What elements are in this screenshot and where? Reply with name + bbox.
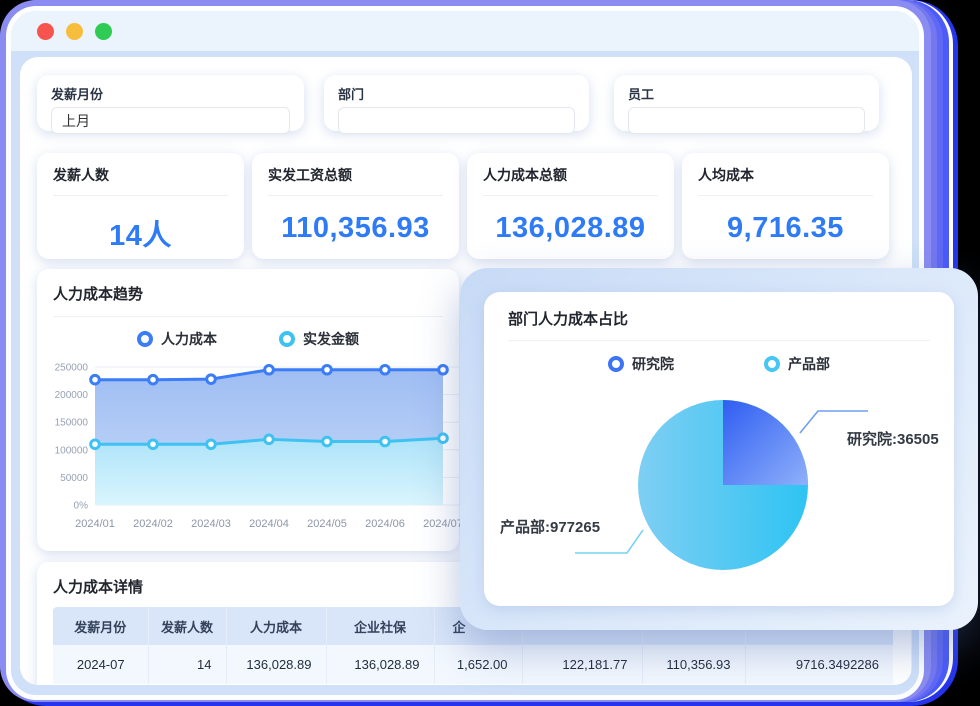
legend-item-labor-cost[interactable]: 人力成本 (137, 329, 217, 349)
filter-department: 部门 (324, 75, 589, 131)
employee-input[interactable] (628, 107, 865, 134)
legend-label: 人力成本 (161, 329, 217, 349)
cell-social-security: 136,028.89 (326, 645, 434, 685)
employee-label: 员工 (628, 84, 865, 103)
legend-label: 研究院 (632, 354, 674, 374)
legend-label: 实发金额 (303, 329, 359, 349)
svg-text:2024/01: 2024/01 (75, 518, 115, 530)
divider (508, 340, 930, 341)
legend-item-research-institute[interactable]: 研究院 (608, 354, 674, 374)
pie-overlay-card: 部门人力成本占比 研究院 产品部 (460, 268, 978, 630)
kpi-headcount-value: 14人 (53, 212, 228, 254)
col-pay-month[interactable]: 发薪月份 (53, 607, 148, 645)
col-headcount[interactable]: 发薪人数 (148, 607, 226, 645)
kpi-headcount-title: 发薪人数 (53, 165, 228, 185)
svg-text:100000: 100000 (55, 445, 89, 456)
svg-text:2024/06: 2024/06 (365, 518, 405, 530)
divider (268, 195, 443, 196)
filter-pay-month: 发薪月份 (37, 75, 304, 131)
kpi-net-pay-title: 实发工资总额 (268, 165, 443, 185)
trend-chart-card: 人力成本趋势 人力成本 实发金额 (37, 269, 459, 551)
cell-value-8: 9716.3492286 (745, 645, 893, 685)
trend-line-chart: 250000 200000 150000 100000 50000 0% 2024/01 20… (53, 355, 473, 535)
legend-swatch-icon (764, 356, 780, 372)
pie-legend: 研究院 产品部 (484, 354, 954, 374)
divider (483, 195, 658, 196)
divider (53, 316, 443, 317)
table-row[interactable]: 2024-07 14 136,028.89 136,028.89 1,652.0… (53, 645, 893, 685)
col-company-social-security[interactable]: 企业社保 (326, 607, 434, 645)
svg-text:200000: 200000 (55, 390, 89, 401)
kpi-net-pay-value: 110,356.93 (268, 212, 443, 245)
kpi-labor-cost-value: 136,028.89 (483, 212, 658, 245)
pay-month-input[interactable] (51, 107, 290, 134)
legend-item-net-pay[interactable]: 实发金额 (279, 329, 359, 349)
kpi-labor-cost-title: 人力成本总额 (483, 165, 658, 185)
legend-swatch-icon (137, 331, 153, 347)
divider (698, 195, 873, 196)
kpi-per-capita-title: 人均成本 (698, 165, 873, 185)
pie-label-connector (800, 411, 868, 433)
pie-label-research-institute: 研究院:36505 (847, 430, 939, 448)
legend-item-product-dept[interactable]: 产品部 (764, 354, 830, 374)
cell-value-6: 122,181.77 (522, 645, 642, 685)
pay-month-label: 发薪月份 (51, 84, 290, 103)
zoom-window-button[interactable] (95, 23, 112, 40)
filter-employee: 员工 (614, 75, 879, 131)
cell-headcount: 14 (148, 645, 226, 685)
cell-pay-month: 2024-07 (53, 645, 148, 685)
cell-value-5: 1,652.00 (434, 645, 522, 685)
screenshot-stage: 发薪月份 部门 员工 发薪人数 14人 实发工资 (0, 0, 980, 706)
trend-chart-title: 人力成本趋势 (53, 283, 443, 304)
pie-chart-title: 部门人力成本占比 (508, 308, 628, 329)
department-label: 部门 (338, 84, 575, 103)
close-window-button[interactable] (37, 23, 54, 40)
department-input[interactable] (338, 107, 575, 134)
kpi-labor-cost-total: 人力成本总额 136,028.89 (467, 153, 674, 259)
trend-chart-legend: 人力成本 实发金额 (53, 329, 443, 349)
kpi-cost-per-capita: 人均成本 9,716.35 (682, 153, 889, 259)
legend-label: 产品部 (788, 354, 830, 374)
col-labor-cost[interactable]: 人力成本 (226, 607, 326, 645)
svg-text:2024/05: 2024/05 (307, 518, 347, 530)
kpi-headcount: 发薪人数 14人 (37, 153, 244, 259)
svg-text:2024/04: 2024/04 (249, 518, 289, 530)
cell-labor-cost: 136,028.89 (226, 645, 326, 685)
minimize-window-button[interactable] (66, 23, 83, 40)
pie-label-product-dept: 产品部:977265 (500, 518, 600, 536)
kpi-net-pay-total: 实发工资总额 110,356.93 (252, 153, 459, 259)
svg-text:150000: 150000 (55, 418, 89, 429)
pie-chart: 研究院:36505 产品部:977265 (484, 378, 954, 606)
svg-text:0%: 0% (74, 501, 89, 512)
pie-card: 部门人力成本占比 研究院 产品部 (484, 292, 954, 606)
svg-text:2024/02: 2024/02 (133, 518, 173, 530)
svg-text:2024/03: 2024/03 (191, 518, 231, 530)
svg-text:250000: 250000 (55, 363, 89, 374)
cell-value-7: 110,356.93 (642, 645, 745, 685)
window-titlebar (11, 11, 919, 51)
pie-slice-research-institute[interactable] (723, 400, 808, 485)
divider (53, 195, 228, 196)
svg-text:2024/07: 2024/07 (423, 518, 463, 530)
svg-text:50000: 50000 (60, 473, 88, 484)
legend-swatch-icon (608, 356, 624, 372)
legend-swatch-icon (279, 331, 295, 347)
kpi-per-capita-value: 9,716.35 (698, 212, 873, 245)
